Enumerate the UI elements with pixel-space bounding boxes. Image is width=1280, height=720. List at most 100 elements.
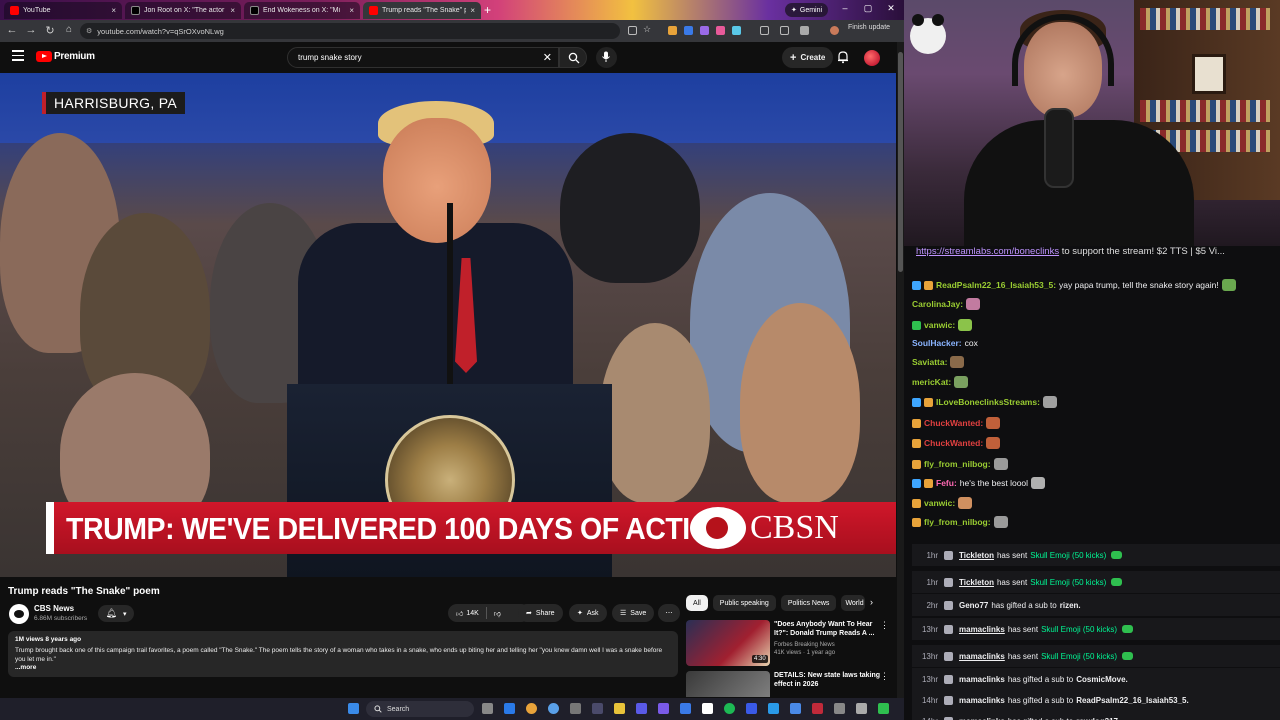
account-avatar[interactable] — [864, 50, 880, 66]
chip-public-speaking[interactable]: Public speaking — [712, 595, 776, 611]
app-icon[interactable] — [812, 703, 823, 714]
chrome-icon[interactable] — [526, 703, 537, 714]
home-icon[interactable]: ⌂ — [62, 24, 76, 35]
close-tab-icon[interactable]: × — [349, 6, 354, 15]
chat-username[interactable]: fly_from_nilbog: — [924, 459, 991, 469]
edge-icon[interactable] — [504, 703, 515, 714]
share-button[interactable]: ➦ Share — [518, 604, 563, 622]
minimize-icon[interactable]: – — [838, 3, 852, 13]
taskbar-search[interactable]: Search — [366, 701, 474, 717]
bookmark-star-icon[interactable]: ☆ — [643, 24, 652, 34]
chat-badge-icon[interactable] — [912, 280, 921, 290]
recommended-channel[interactable]: Forbes Breaking News — [774, 642, 835, 648]
kick-icon[interactable] — [878, 703, 889, 714]
app-icon[interactable] — [768, 703, 779, 714]
extension-icon[interactable] — [716, 26, 725, 35]
chat-username[interactable]: ChuckWanted: — [924, 418, 983, 428]
finish-update-button[interactable]: Finish update — [848, 24, 890, 31]
extension-icon[interactable] — [668, 26, 677, 35]
voice-search-button[interactable] — [596, 47, 617, 68]
tab-trump-snake[interactable]: Trump reads "The Snake" p × — [363, 2, 481, 19]
channel-avatar[interactable] — [9, 604, 29, 624]
chevron-right-icon[interactable]: › — [870, 597, 873, 607]
channel-name[interactable]: CBS News — [34, 604, 74, 613]
chat-badge-icon[interactable] — [912, 517, 921, 527]
event-username[interactable]: mamaclinks — [959, 717, 1005, 720]
reload-icon[interactable]: ↻ — [43, 24, 57, 37]
chat-badge-icon[interactable] — [912, 418, 921, 428]
gemini-button[interactable]: ✦ Gemini — [785, 3, 829, 17]
chat-badge-icon[interactable] — [924, 280, 933, 290]
downloads-icon[interactable] — [800, 26, 809, 35]
subscription-bell-button[interactable]: 🔔︎ ▾ — [98, 605, 134, 622]
close-tab-icon[interactable]: × — [111, 6, 116, 15]
search-input[interactable]: trump snake story ✕ — [287, 47, 559, 68]
save-button[interactable]: ☰ Save — [612, 604, 655, 622]
tab-x-end-wokeness[interactable]: End Wokeness on X: "Mi × — [244, 2, 360, 19]
like-button[interactable]: 👍︎ 14K — [456, 609, 479, 618]
close-window-icon[interactable]: ✕ — [884, 3, 898, 14]
chip-all[interactable]: All — [686, 595, 708, 611]
extension-icon[interactable] — [732, 26, 741, 35]
more-vertical-icon[interactable]: ⋮ — [880, 671, 889, 682]
app-icon[interactable] — [680, 703, 691, 714]
task-view-icon[interactable] — [482, 703, 493, 714]
notifications-bell-icon[interactable] — [836, 50, 850, 64]
close-tab-icon[interactable]: × — [470, 6, 475, 15]
page-scrollbar[interactable] — [897, 42, 904, 698]
chat-username[interactable]: vanwic: — [924, 320, 955, 330]
discord-icon[interactable] — [658, 703, 669, 714]
chat-badge-icon[interactable] — [912, 397, 921, 407]
event-username[interactable]: mamaclinks — [959, 625, 1005, 634]
chat-badge-icon[interactable] — [912, 438, 921, 448]
install-app-icon[interactable] — [628, 26, 637, 35]
recommended-title[interactable]: DETAILS: New state laws taking effect in… — [774, 671, 884, 689]
chat-badge-icon[interactable] — [912, 478, 921, 488]
chrome-profile-icon[interactable] — [548, 703, 559, 714]
more-vertical-icon[interactable]: ⋮ — [880, 620, 889, 631]
recommended-video[interactable]: DETAILS: New state laws taking effect in… — [686, 671, 896, 697]
extension-icon[interactable] — [700, 26, 709, 35]
windows-start-icon[interactable] — [348, 703, 359, 714]
spotify-icon[interactable] — [724, 703, 735, 714]
app-icon[interactable] — [592, 703, 603, 714]
url-field[interactable]: ⚙ youtube.com/watch?v=qSrOXvoNLwg — [80, 23, 620, 39]
more-actions-button[interactable]: ⋯ — [658, 604, 680, 622]
tab-x-jon-root[interactable]: Jon Root on X: "The actor × — [125, 2, 241, 19]
recommended-title[interactable]: "Does Anybody Want To Hear It?": Donald … — [774, 620, 884, 638]
dislike-button[interactable]: 👎︎ — [494, 609, 501, 618]
recommended-video[interactable]: 4:30 "Does Anybody Want To Hear It?": Do… — [686, 620, 896, 668]
create-button[interactable]: + Create — [782, 47, 834, 68]
app-icon[interactable] — [636, 703, 647, 714]
app-icon[interactable] — [834, 703, 845, 714]
chat-username[interactable]: fly_from_nilbog: — [924, 517, 991, 527]
description-box[interactable]: 1M views 8 years ago Trump brought back … — [8, 631, 678, 677]
extension-icon[interactable] — [684, 26, 693, 35]
chat-username[interactable]: vanwic: — [924, 498, 955, 508]
youtube-premium-logo-text[interactable]: Premium — [54, 51, 95, 62]
chat-badge-icon[interactable] — [924, 478, 933, 488]
chat-badge-icon[interactable] — [912, 498, 921, 508]
event-username[interactable]: mamaclinks — [959, 652, 1005, 661]
chat-username[interactable]: mericKat: — [912, 377, 951, 387]
donation-link[interactable]: https://streamlabs.com/boneclinks — [916, 246, 1059, 257]
app-icon[interactable] — [570, 703, 581, 714]
profile-avatar-icon[interactable] — [830, 26, 839, 35]
chip-politics-news[interactable]: Politics News — [780, 595, 837, 611]
sidepanel-icon[interactable] — [780, 26, 789, 35]
file-explorer-icon[interactable] — [614, 703, 625, 714]
site-info-icon[interactable]: ⚙ — [86, 27, 92, 35]
app-icon[interactable] — [746, 703, 757, 714]
tab-youtube[interactable]: YouTube × — [4, 2, 122, 19]
clear-search-icon[interactable]: ✕ — [543, 51, 552, 64]
chat-username[interactable]: ReadPsalm22_16_Isaiah53_5: — [936, 280, 1056, 290]
event-username[interactable]: mamaclinks — [959, 696, 1005, 705]
chat-username[interactable]: SoulHacker: — [912, 338, 962, 348]
chat-username[interactable]: CarolinaJay: — [912, 299, 963, 309]
chat-username[interactable]: Saviatta: — [912, 357, 947, 367]
new-tab-button[interactable]: + — [484, 3, 491, 17]
event-username[interactable]: Geno77 — [959, 601, 988, 610]
chip-world[interactable]: World — [841, 595, 866, 611]
chat-badge-icon[interactable] — [912, 320, 921, 330]
chat-username[interactable]: Fefu: — [936, 478, 957, 488]
